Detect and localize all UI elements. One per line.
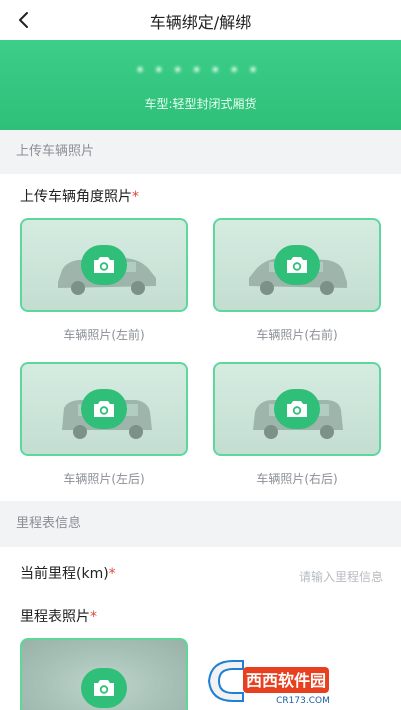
watermark-domain: CR173.COM <box>276 696 330 706</box>
odometer-photo-label: 里程表照片* <box>20 609 97 625</box>
section-header-photos: 上传车辆照片 <box>0 130 401 174</box>
photo-slot-right-front[interactable] <box>213 218 381 312</box>
plate-number-blurred: ••••••• <box>134 60 267 81</box>
page-title: 车辆绑定/解绑 <box>149 13 252 32</box>
photo-caption-left-rear: 车辆照片(左后) <box>63 472 145 486</box>
angle-photos-label: 上传车辆角度照片* <box>20 189 139 205</box>
photo-slot-right-rear[interactable] <box>213 362 381 456</box>
camera-icon[interactable] <box>81 245 127 285</box>
mileage-input[interactable]: 请输入里程信息 <box>299 568 383 585</box>
nav-bar: 车辆绑定/解绑 <box>0 0 401 40</box>
camera-icon[interactable] <box>81 389 127 429</box>
photo-caption-right-rear: 车辆照片(右后) <box>256 472 338 486</box>
camera-icon[interactable] <box>81 668 127 708</box>
vehicle-banner: ••••••• 车型:轻型封闭式厢货 <box>0 40 401 130</box>
watermark-brand: 西西软件园 <box>246 671 326 690</box>
site-watermark-logo: 西西软件园 CR173.COM <box>207 660 330 706</box>
vehicle-type: 车型:轻型封闭式厢货 <box>144 97 257 111</box>
photo-caption-left-front: 车辆照片(左前) <box>63 328 145 342</box>
mileage-label: 当前里程(km)* <box>20 566 116 582</box>
photo-caption-right-front: 车辆照片(右前) <box>256 328 338 342</box>
odometer-photo-slot[interactable] <box>20 638 188 710</box>
section-header-odometer: 里程表信息 <box>0 501 401 547</box>
camera-icon[interactable] <box>274 389 320 429</box>
photo-slot-left-rear[interactable] <box>20 362 188 456</box>
photo-slot-left-front[interactable] <box>20 218 188 312</box>
camera-icon[interactable] <box>274 245 320 285</box>
